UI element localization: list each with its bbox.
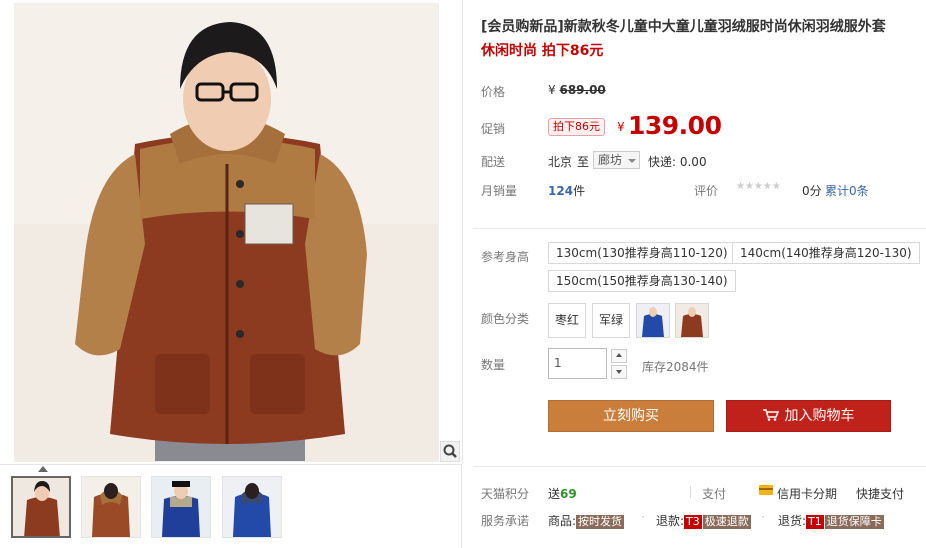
footer-dot: ·: [761, 510, 765, 524]
monthly-sales: 124件: [548, 182, 585, 199]
shipping-fee: 快递: 0.00: [648, 155, 707, 169]
credit-installment-link[interactable]: 信用卡分期: [777, 485, 837, 502]
service-return: 退货: T1 退货保障卡: [778, 512, 884, 529]
product-title: [会员购新品]新款秋冬儿童中大童儿童羽绒服时尚休闲羽绒服外套: [481, 19, 886, 35]
promo-price-currency: ¥: [617, 120, 625, 134]
quantity-increase-button[interactable]: [611, 349, 627, 363]
original-price: ¥ 689.00: [548, 83, 606, 97]
footer-dot: ·: [641, 510, 645, 524]
shipping-label: 配送: [481, 155, 506, 169]
service-refund-label: 退款:: [656, 514, 685, 528]
active-thumbnail-pointer: [38, 466, 48, 472]
promo-badge: 拍下86元: [548, 118, 605, 136]
credit-card-icon: [759, 485, 773, 495]
color-option-blue-swatch[interactable]: [636, 303, 670, 338]
payment-label: 支付: [702, 487, 727, 501]
quantity-decrease-button[interactable]: [611, 365, 627, 379]
original-price-value: 689.00: [559, 83, 606, 97]
shopping-cart-icon: [762, 409, 779, 421]
return-code-badge: T1: [806, 515, 824, 529]
boy-in-down-jacket-illustration: [15, 4, 438, 461]
zoom-button[interactable]: [440, 441, 460, 462]
thumbnail-3-image: [152, 477, 210, 537]
footer-separator: [690, 486, 691, 498]
add-to-cart-label: 加入购物车: [784, 408, 855, 424]
magnifier-icon: [443, 444, 457, 458]
add-to-cart-button[interactable]: 加入购物车: [726, 400, 891, 432]
product-subtitle: 休闲时尚 拍下86元: [481, 43, 604, 59]
rating-stars: ★★★★★: [736, 181, 781, 192]
return-guarantee-tag[interactable]: 退货保障卡: [824, 515, 884, 529]
thumbnail-3[interactable]: [151, 476, 211, 538]
thumbnail-4[interactable]: [222, 476, 282, 538]
color-option-jujube-red[interactable]: 枣红: [548, 303, 586, 338]
points-prefix: 送: [548, 487, 561, 501]
blue-jacket-swatch-image: [637, 304, 669, 337]
section-divider-bottom: [473, 466, 926, 467]
monthly-sales-label: 月销量: [481, 184, 518, 198]
main-product-image[interactable]: [14, 3, 439, 462]
section-divider: [473, 228, 926, 229]
chevron-down-icon: [616, 370, 622, 374]
monthly-sales-count: 124: [548, 184, 574, 198]
brown-jacket-swatch-image: [676, 304, 708, 337]
service-promise-label: 服务承诺: [481, 514, 530, 528]
rating-label: 评价: [694, 184, 719, 198]
size-label: 参考身高: [481, 250, 530, 264]
points-label: 天猫积分: [481, 487, 530, 501]
review-count-link[interactable]: 累计0条: [825, 182, 869, 199]
points-info: 送69: [548, 485, 577, 502]
quick-pay-link[interactable]: 快捷支付: [856, 485, 904, 502]
fast-refund-tag[interactable]: 极速退款: [702, 515, 751, 529]
thumbnail-2-image: [82, 477, 140, 537]
color-option-army-green[interactable]: 军绿: [592, 303, 630, 338]
service-goods: 商品: 按时发货: [548, 512, 625, 529]
thumbnail-strip: [0, 464, 462, 548]
thumbnail-4-image: [223, 477, 281, 537]
on-time-delivery-tag[interactable]: 按时发货: [576, 515, 625, 529]
gallery-divider: [462, 0, 463, 464]
thumbnail-1-image: [13, 478, 69, 536]
chevron-up-icon: [616, 353, 622, 357]
size-option-130[interactable]: 130cm(130推荐身高110-120): [548, 242, 736, 264]
quantity-input[interactable]: 1: [548, 348, 607, 379]
monthly-sales-unit: 件: [573, 184, 586, 198]
destination-select[interactable]: 廊坊: [593, 151, 640, 169]
stock-info: 库存2084件: [642, 360, 709, 374]
color-option-brown-swatch[interactable]: [675, 303, 709, 338]
size-option-150[interactable]: 150cm(150推荐身高130-140): [548, 270, 736, 292]
promo-price: 139.00: [628, 111, 722, 140]
size-option-140[interactable]: 140cm(140推荐身高120-130): [732, 242, 920, 264]
thumbnail-1[interactable]: [11, 476, 71, 538]
quantity-label: 数量: [481, 358, 506, 372]
points-value: 69: [560, 487, 577, 501]
refund-code-badge: T3: [684, 515, 702, 529]
service-refund: 退款: T3 极速退款: [656, 512, 751, 529]
service-return-label: 退货:: [778, 514, 807, 528]
service-goods-label: 商品:: [548, 514, 577, 528]
rating-score: 0分: [802, 184, 822, 198]
shipping-from: 北京: [548, 155, 573, 169]
promo-label: 促销: [481, 122, 506, 136]
chevron-down-icon: [628, 159, 636, 163]
shipping-to-word: 至: [577, 155, 590, 169]
color-label: 颜色分类: [481, 312, 530, 326]
original-price-currency: ¥: [548, 83, 556, 97]
price-label: 价格: [481, 85, 506, 99]
destination-value: 廊坊: [598, 153, 623, 167]
buy-now-button[interactable]: 立刻购买: [548, 400, 714, 432]
thumbnail-2[interactable]: [81, 476, 141, 538]
